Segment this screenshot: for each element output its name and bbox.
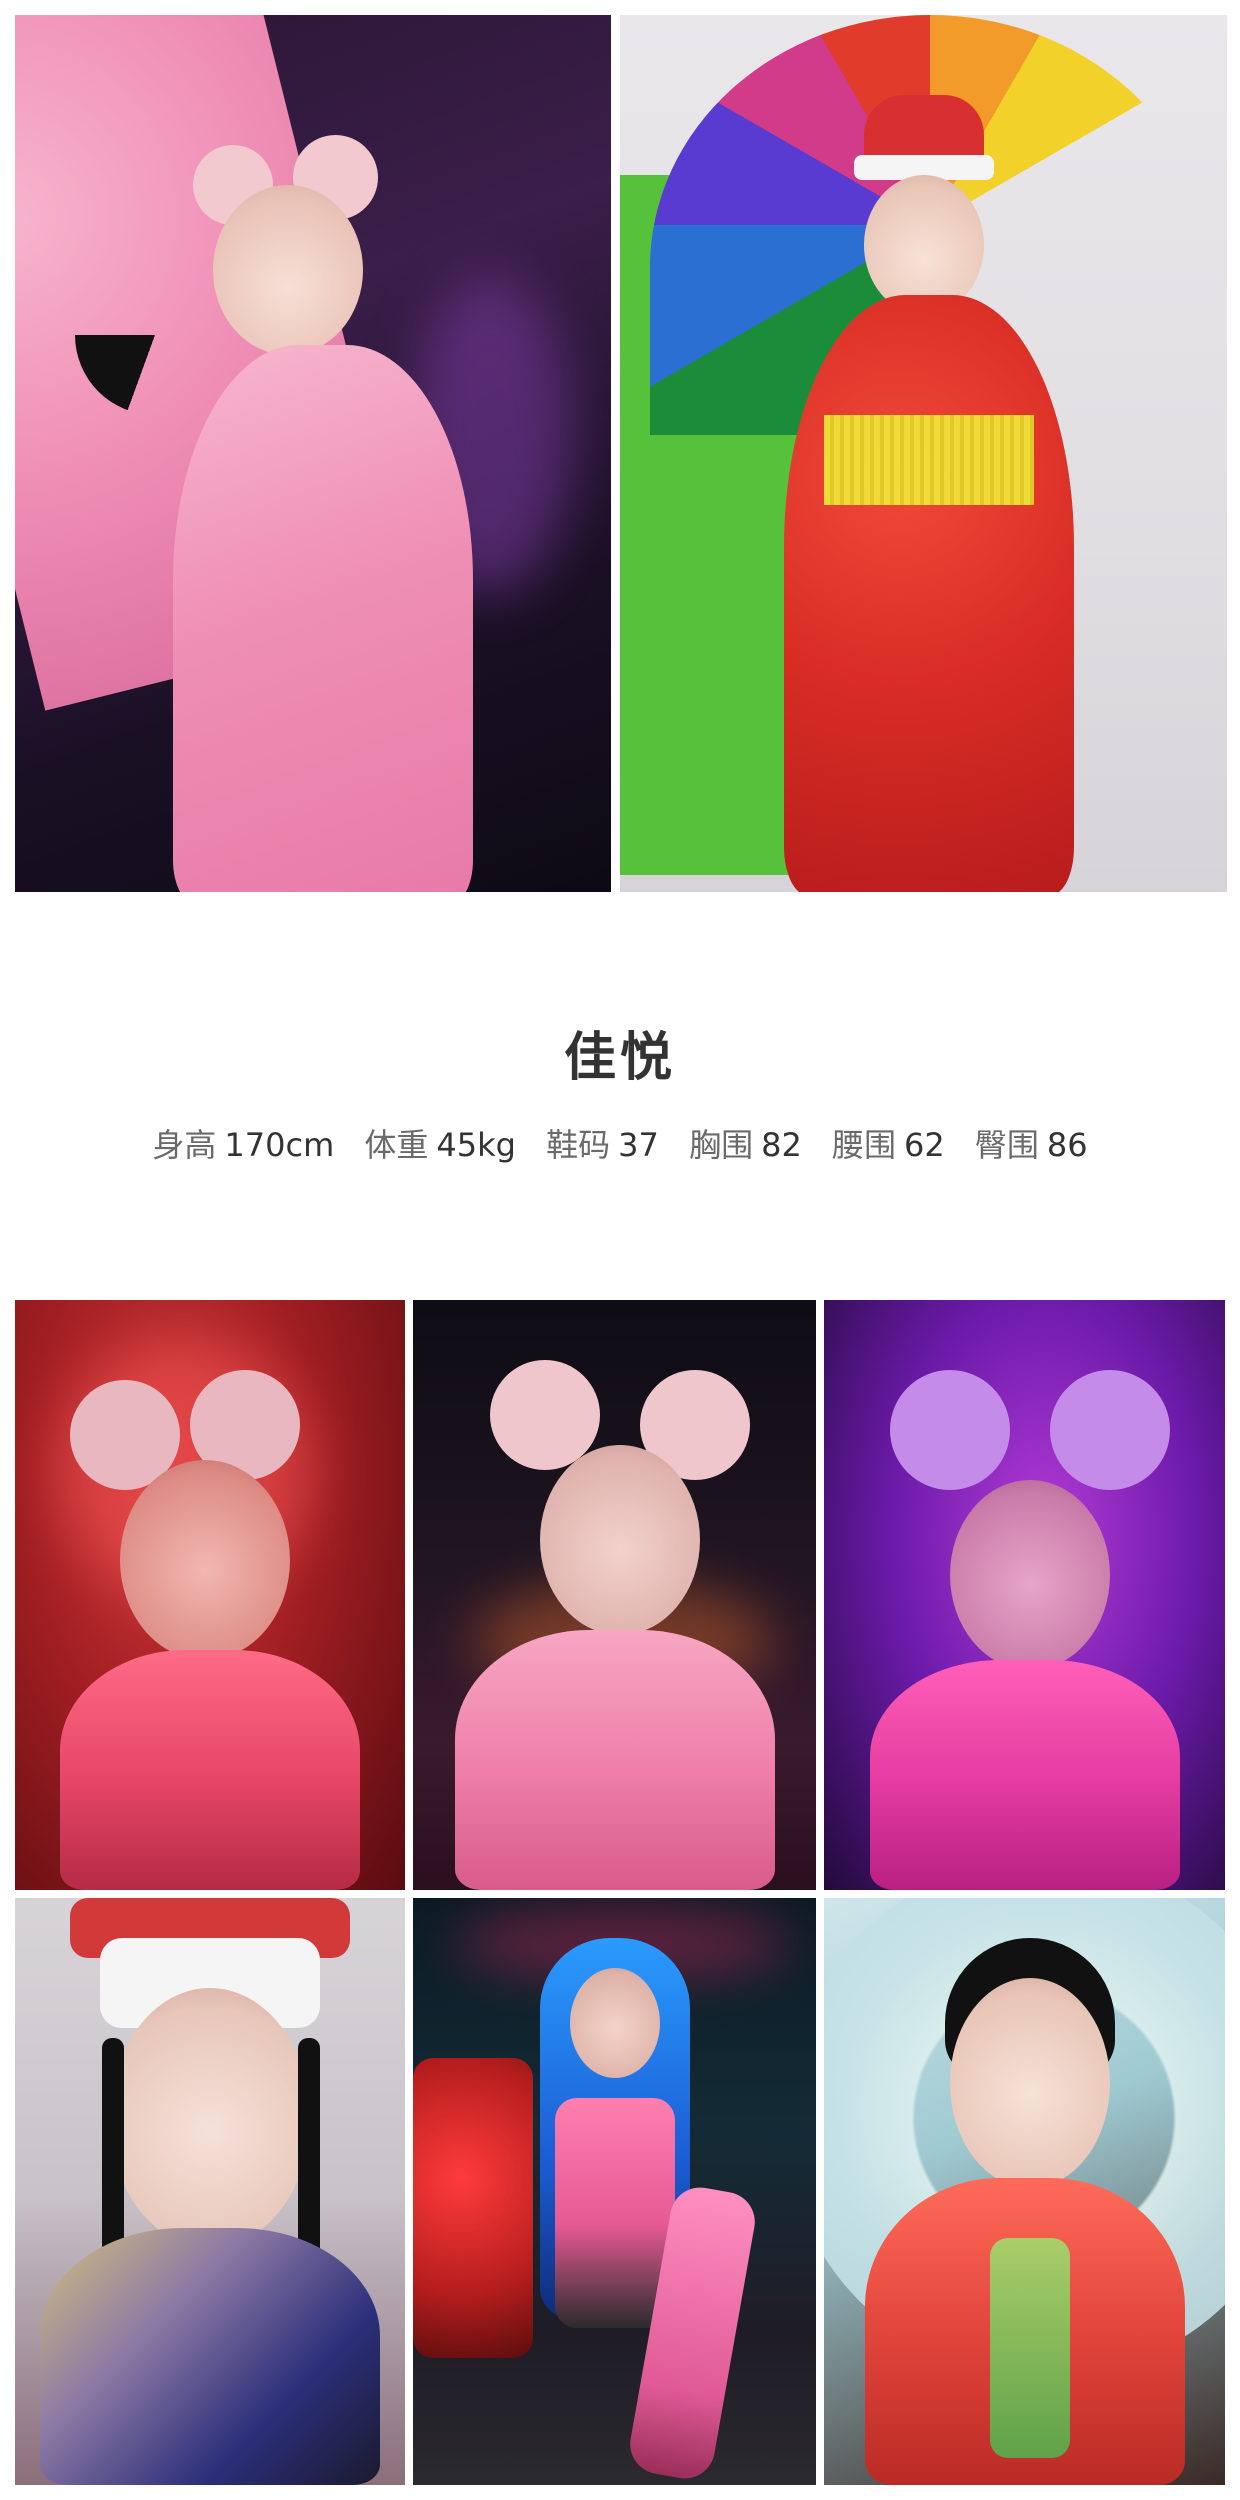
pink-outfit — [454, 1630, 775, 1890]
stat-waist: 腰围 62 — [832, 1120, 945, 1166]
model-head — [213, 185, 363, 355]
model-head — [949, 1480, 1110, 1670]
stat-value: 62 — [903, 1126, 945, 1164]
model-head — [110, 1988, 310, 2248]
photo-grid-purple-light[interactable] — [824, 1300, 1225, 1890]
model-head — [949, 1978, 1110, 2188]
photo-grid-parasol[interactable] — [824, 1898, 1225, 2485]
stat-value: 45kg — [436, 1126, 516, 1164]
stat-shoe-size: 鞋码 37 — [546, 1120, 659, 1166]
model-head — [569, 1968, 660, 2078]
model-head — [539, 1445, 700, 1635]
model-figure — [450, 1360, 780, 1890]
photo-rainbow-umbrella[interactable] — [620, 15, 1227, 892]
photo-grid-red-light[interactable] — [15, 1300, 405, 1890]
green-sash — [989, 2238, 1070, 2458]
stat-value: 170cm — [224, 1126, 335, 1164]
wig-bun-left — [889, 1370, 1010, 1490]
red-floral-dress — [783, 295, 1074, 892]
stat-value: 82 — [761, 1126, 802, 1164]
stat-weight: 体重 45kg — [364, 1120, 516, 1166]
model-figure — [855, 1938, 1195, 2485]
photo-pink-fan[interactable] — [15, 15, 611, 892]
model-head — [120, 1460, 290, 1660]
yellow-fringe — [823, 415, 1034, 505]
stat-hips: 臀围 86 — [975, 1120, 1088, 1166]
model-figure — [30, 1898, 390, 2485]
model-head — [863, 175, 984, 315]
stat-label: 胸围 — [689, 1126, 754, 1164]
pink-outfit — [60, 1650, 360, 1890]
model-figure — [754, 95, 1094, 892]
model-stats: 身高 170cm 体重 45kg 鞋码 37 胸围 82 腰围 62 臀围 86 — [0, 1120, 1240, 1166]
photo-grid-white-hat[interactable] — [15, 1898, 405, 2485]
pink-outfit — [869, 1660, 1180, 1890]
stat-value: 86 — [1046, 1126, 1088, 1164]
wig-bun-left — [489, 1360, 600, 1470]
model-name: 佳悦 — [563, 1028, 676, 1088]
wig-bun-right — [1049, 1370, 1170, 1490]
stat-label: 腰围 — [831, 1126, 896, 1164]
stat-label: 体重 — [364, 1126, 429, 1164]
stat-label: 臀围 — [974, 1126, 1039, 1164]
photo-grid-dark-bar[interactable] — [413, 1300, 816, 1890]
stat-height: 身高 170cm — [152, 1120, 334, 1166]
stat-label: 身高 — [152, 1126, 217, 1164]
pink-dress — [173, 345, 473, 892]
model-figure — [133, 135, 493, 892]
model-figure — [860, 1360, 1190, 1890]
model-figure — [50, 1360, 370, 1890]
sparkle-costume — [40, 2228, 380, 2485]
photo-grid-blue-wig[interactable] — [413, 1898, 816, 2485]
model-figure — [485, 1938, 760, 2485]
stat-bust: 胸围 82 — [689, 1120, 802, 1166]
stat-value: 37 — [618, 1126, 659, 1164]
stat-label: 鞋码 — [546, 1126, 611, 1164]
